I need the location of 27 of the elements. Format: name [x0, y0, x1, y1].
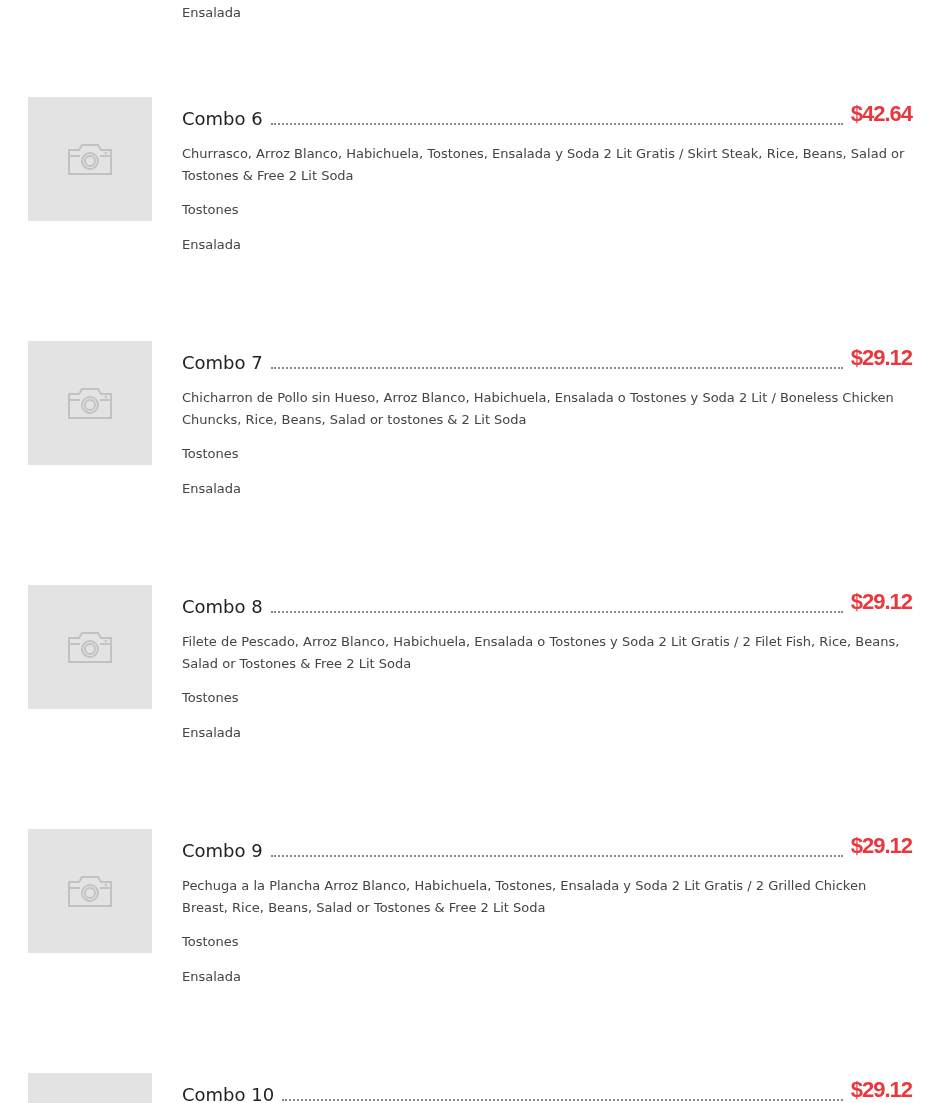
- item-description: Chicharron de Pollo sin Hueso, Arroz Blanco, Habichuela, Ensalada o Tostones y Soda 2 Lit / Boneless Chicken Chuncks, Rice, Beans, Salad or tostones & 2 Lit Soda: [182, 389, 895, 429]
- item-price: $29.12: [850, 347, 912, 369]
- option-label: Ensalada: [182, 724, 242, 742]
- option-label: Tostones: [182, 445, 240, 463]
- option-label: Ensalada: [182, 968, 242, 986]
- item-price: $29.12: [850, 591, 912, 613]
- item-title: Combo 6: [182, 108, 263, 129]
- camera-icon: [66, 385, 114, 421]
- camera-icon: [66, 873, 114, 909]
- item-title: Combo 10: [182, 1084, 275, 1103]
- option-label: Tostones: [182, 689, 240, 707]
- camera-icon: [66, 629, 114, 665]
- item-title: Combo 7: [182, 352, 263, 373]
- item-description: Churrasco, Arroz Blanco, Habichuela, Tostones, Ensalada y Soda 2 Lit Gratis / Skirt Steak, Rice, Beans, Salad or Tostones & Free 2 Lit Soda: [182, 145, 906, 185]
- item-title: Combo 8: [182, 596, 263, 617]
- option-label: Tostones: [182, 201, 240, 219]
- option-label: Tostones: [182, 933, 240, 951]
- item-description: Filete de Pescado, Arroz Blanco, Habichuela, Ensalada o Tostones y Soda 2 Lit Gratis / 2 Filet Fish, Rice, Beans, Salad or Tostones & Free 2 Lit Soda: [182, 633, 901, 673]
- item-price: $42.64: [850, 103, 912, 125]
- option-label: Ensalada: [182, 4, 242, 22]
- item-price: $29.12: [850, 1079, 912, 1101]
- item-description: Pechuga a la Plancha Arroz Blanco, Habichuela, Tostones, Ensalada y Soda 2 Lit Gratis / 2 Grilled Chicken Breast, Rice, Beans, Salad or Tostones & Free 2 Lit Soda: [182, 877, 868, 917]
- option-label: Ensalada: [182, 236, 242, 254]
- item-title: Combo 9: [182, 840, 263, 861]
- option-label: Ensalada: [182, 480, 242, 498]
- item-price: $29.12: [850, 835, 912, 857]
- camera-icon: [66, 141, 114, 177]
